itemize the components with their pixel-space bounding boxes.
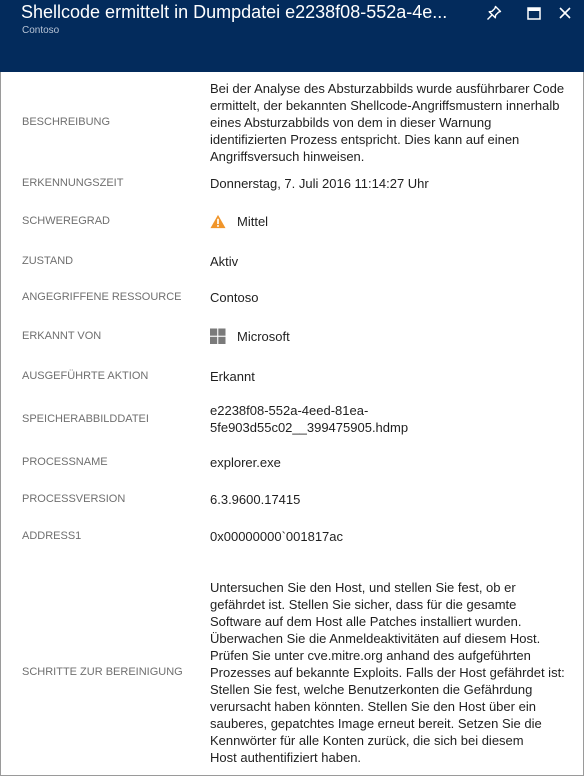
- detail-row-action-taken: AUSGEFÜHRTE AKTION Erkannt: [1, 368, 583, 385]
- pin-icon: [487, 5, 502, 20]
- detail-label: ANGEGRIFFENE RESSOURCE: [22, 291, 182, 303]
- process-name-value: explorer.exe: [210, 455, 281, 470]
- detail-label: ZUSTAND: [22, 255, 74, 267]
- process-version-value: 6.3.9600.17415: [210, 492, 301, 507]
- severity-text: Mittel: [237, 213, 269, 229]
- description-value: Bei der Analyse des Absturzabbilds wurde…: [210, 81, 565, 164]
- detail-row-process-version: PROCESSVERSION 6.3.9600.17415: [1, 491, 583, 508]
- detail-label: PROCESSVERSION: [22, 493, 126, 505]
- close-button[interactable]: [554, 3, 576, 23]
- close-icon: [559, 7, 571, 19]
- blade-title: Shellcode ermittelt in Dumpdatei e2238f0…: [21, 2, 448, 22]
- detail-label: AUSGEFÜHRTE AKTION: [22, 370, 149, 382]
- detail-label: SCHWEREGRAD: [22, 214, 111, 227]
- detail-label: BESCHREIBUNG: [22, 116, 111, 128]
- blade-header: Shellcode ermittelt in Dumpdatei e2238f0…: [0, 0, 584, 72]
- detail-label: ADDRESS1: [22, 530, 82, 542]
- detail-row-address1: ADDRESS1 0x00000000`001817ac: [1, 528, 583, 545]
- detail-row-detected-by: ERKANNT VON Microsoft: [1, 326, 583, 346]
- dump-file-value: e2238f08-552a-4eed-81ea- 5fe903d55c02__3…: [210, 403, 409, 435]
- blade-subtitle: Contoso: [22, 25, 60, 36]
- detail-row-remediation-steps: SCHRITTE ZUR BEREINIGUNG Untersuchen Sie…: [1, 579, 583, 766]
- detail-label: SPEICHERABBILDDATEI: [22, 412, 149, 425]
- pin-button[interactable]: [483, 3, 505, 23]
- action-taken-value: Erkannt: [210, 369, 255, 384]
- detail-label: PROCESSNAME: [22, 456, 108, 468]
- remediation-steps-value: Untersuchen Sie den Host, und stellen Si…: [210, 580, 565, 765]
- detail-label: ERKENNUNGSZEIT: [22, 177, 124, 189]
- detail-row-detection-time: ERKENNUNGSZEIT Donnerstag, 7. Juli 2016 …: [1, 175, 583, 192]
- alert-detail-blade: Shellcode ermittelt in Dumpdatei e2238f0…: [0, 0, 584, 776]
- state-value: Aktiv: [210, 254, 239, 269]
- detail-row-description: BESCHREIBUNG Bei der Analyse des Absturz…: [1, 80, 583, 165]
- detail-label: SCHRITTE ZUR BEREINIGUNG: [22, 666, 183, 678]
- blade-body: BESCHREIBUNG Bei der Analyse des Absturz…: [0, 72, 584, 776]
- detected-by-value: Microsoft: [210, 326, 578, 346]
- attacked-resource-value: Contoso: [210, 290, 259, 305]
- address1-value: 0x00000000`001817ac: [210, 529, 344, 544]
- detection-time-value: Donnerstag, 7. Juli 2016 11:14:27 Uhr: [210, 176, 429, 191]
- severity-value: Mittel: [210, 211, 578, 231]
- detail-label: ERKANNT VON: [22, 329, 102, 342]
- detail-row-severity: SCHWEREGRAD Mittel: [1, 211, 583, 231]
- maximize-icon: [527, 6, 541, 20]
- warning-icon: [210, 213, 226, 229]
- detail-row-state: ZUSTAND Aktiv: [1, 253, 583, 270]
- detail-row-process-name: PROCESSNAME explorer.exe: [1, 454, 583, 471]
- windows-logo-icon: [210, 328, 226, 344]
- detected-by-text: Microsoft: [237, 328, 290, 344]
- detail-row-dump-file: SPEICHERABBILDDATEI e2238f08-552a-4eed-8…: [1, 402, 583, 436]
- maximize-button[interactable]: [523, 3, 545, 23]
- detail-row-attacked-resource: ANGEGRIFFENE RESSOURCE Contoso: [1, 289, 583, 306]
